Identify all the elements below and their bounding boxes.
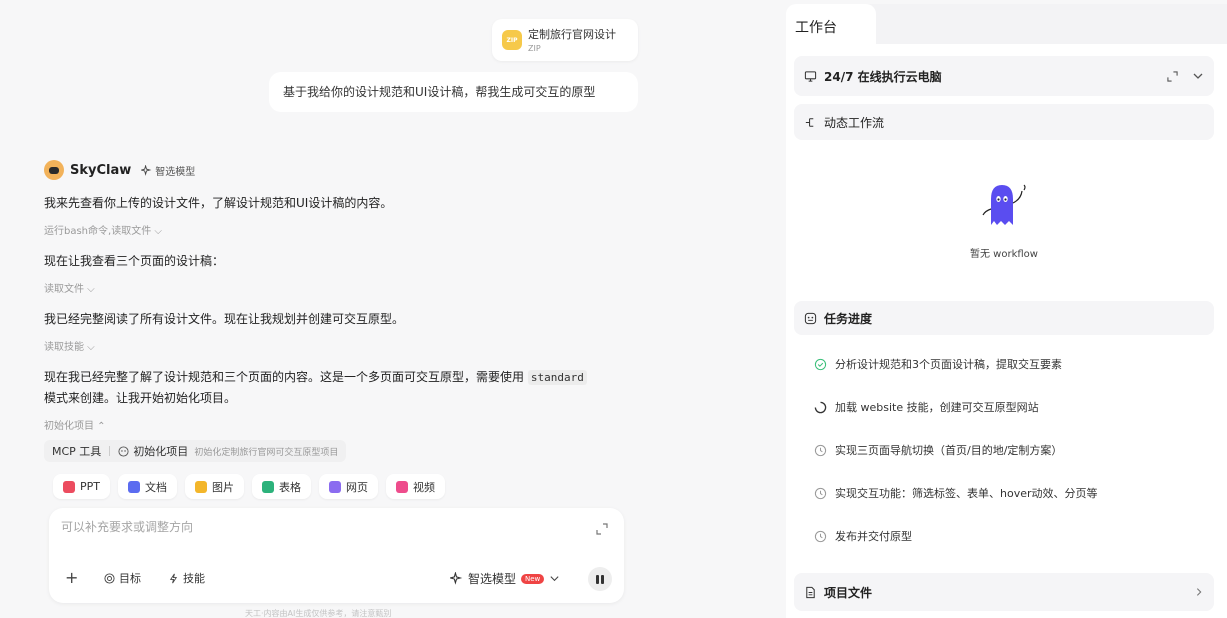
attachment-card[interactable]: ZIP 定制旅行官网设计 ZIP — [492, 19, 638, 61]
assistant-message: 我已经完整阅读了所有设计文件。现在让我规划并创建可交互原型。 — [44, 312, 405, 326]
assistant-model-tag: 智选模型 — [141, 163, 195, 178]
quick-chips: PPT 文档 图片 表格 网页 视频 — [53, 474, 445, 499]
project-files-title: 项目文件 — [824, 585, 873, 600]
file-icon — [806, 586, 815, 598]
cloud-pc-title: 24/7 在线执行云电脑 — [824, 69, 942, 84]
sheet-icon — [262, 480, 274, 493]
clock-icon — [814, 444, 827, 456]
step-toggle[interactable]: 读取文件 ⌵ — [44, 280, 95, 295]
tool-detail: 初始化定制旅行官网可交互原型项目 — [194, 447, 339, 458]
chip-sheet[interactable]: 表格 — [252, 474, 311, 499]
video-icon — [396, 480, 408, 493]
chip-doc[interactable]: 文档 — [118, 474, 177, 499]
workflow-empty-text: 暂无 workflow — [970, 249, 1038, 260]
divider — [109, 446, 111, 456]
sparkle-icon — [141, 164, 152, 176]
attachment-type: ZIP — [528, 44, 541, 53]
workflow-title: 动态工作流 — [824, 115, 885, 130]
monitor-icon — [804, 70, 817, 82]
robot-icon — [118, 445, 129, 457]
workflow-icon — [805, 117, 814, 127]
tool-name: MCP 工具 — [52, 445, 102, 458]
assistant-avatar — [44, 160, 64, 180]
progress-title: 任务进度 — [824, 311, 873, 326]
pause-icon — [596, 574, 599, 584]
target-icon — [104, 572, 115, 584]
assistant-message: 我来先查看你上传的设计文件，了解设计规范和UI设计稿的内容。 — [44, 196, 393, 210]
new-badge: New — [521, 573, 545, 584]
progress-section-header: 任务进度 — [794, 301, 1214, 335]
workflow-empty-state: 暂无 workflow — [794, 141, 1214, 293]
project-files-section[interactable]: 项目文件 — [794, 573, 1214, 611]
step-toggle[interactable]: 运行bash命令,读取文件 ⌵ — [44, 222, 162, 237]
doc-icon — [128, 480, 140, 493]
task-item: 加载 website 技能，创建可交互原型网站 — [814, 399, 1039, 415]
image-icon — [195, 480, 207, 493]
zip-file-icon: ZIP — [502, 30, 522, 50]
workbench-tab[interactable]: 工作台 — [786, 4, 876, 48]
ghost-mascot-icon — [982, 184, 1026, 225]
chip-ppt[interactable]: PPT — [53, 474, 110, 499]
task-list-icon — [804, 312, 817, 324]
task-item: 发布并交付原型 — [814, 528, 912, 544]
attachment-name: 定制旅行官网设计 — [528, 28, 616, 41]
composer: + 目标 技能 智选模型 New — [49, 508, 624, 603]
chevron-down-icon[interactable] — [1192, 70, 1204, 82]
assistant-message-line: 模式来创建。让我开始初始化项目。 — [44, 391, 237, 405]
inline-code: standard — [527, 370, 587, 385]
assistant-message-line: 现在我已经完整了解了设计规范和三个页面的内容。这是一个多页面可交互原型，需要使用… — [44, 367, 587, 388]
tool-call-row[interactable]: MCP 工具 初始化项目 初始化定制旅行官网可交互原型项目 — [44, 440, 347, 462]
task-item: 实现交互功能：筛选标签、表单、hover动效、分页等 — [814, 485, 1098, 501]
chip-image[interactable]: 图片 — [185, 474, 244, 499]
add-attachment-button[interactable]: + — [65, 569, 78, 587]
clock-icon — [814, 487, 827, 499]
expand-icon[interactable] — [596, 523, 608, 535]
clock-icon — [814, 530, 827, 542]
model-selector[interactable]: 智选模型 New — [450, 570, 560, 587]
step-toggle[interactable]: 读取技能 ⌵ — [44, 338, 95, 353]
sparkle-icon — [450, 572, 463, 585]
workbench-panel: 工作台 24/7 在线执行云电脑 动态工作流 暂无 workflow 任务进度 … — [786, 4, 1227, 618]
tool-action: 初始化项目 — [133, 445, 189, 458]
workbench-title: 工作台 — [795, 20, 837, 36]
fullscreen-icon[interactable] — [1167, 70, 1178, 82]
chevron-right-icon[interactable] — [1194, 587, 1204, 597]
assistant-name: SkyClaw — [70, 162, 132, 178]
pause-button[interactable] — [588, 567, 612, 591]
user-message: 基于我给你的设计规范和UI设计稿，帮我生成可交互的原型 — [269, 72, 638, 112]
check-circle-icon — [814, 358, 827, 370]
task-item: 分析设计规范和3个页面设计稿，提取交互要素 — [814, 356, 1062, 372]
composer-input[interactable] — [61, 520, 581, 534]
cloud-pc-section[interactable]: 24/7 在线执行云电脑 — [794, 56, 1214, 96]
chip-webpage[interactable]: 网页 — [319, 474, 378, 499]
workflow-section-header: 动态工作流 — [794, 104, 1214, 140]
task-item: 实现三页面导航切换（首页/目的地/定制方案） — [814, 442, 1062, 458]
chevron-down-icon — [550, 576, 559, 582]
chat-pane: ZIP 定制旅行官网设计 ZIP 基于我给你的设计规范和UI设计稿，帮我生成可交… — [0, 0, 770, 618]
assistant-message: 现在让我查看三个页面的设计稿： — [44, 254, 225, 268]
lightning-icon — [169, 573, 178, 583]
goal-button[interactable]: 目标 — [104, 570, 141, 586]
ppt-icon — [63, 480, 75, 493]
skill-button[interactable]: 技能 — [168, 570, 205, 586]
step-toggle[interactable]: 初始化项目 ⌃ — [44, 417, 106, 432]
webpage-icon — [329, 480, 341, 493]
loading-spinner-icon — [814, 401, 827, 413]
disclaimer: 天工·内容由AI生成仅供参考，请注意甄别 — [245, 609, 392, 618]
assistant-header: SkyClaw 智选模型 — [44, 160, 195, 180]
chip-video[interactable]: 视频 — [386, 474, 445, 499]
